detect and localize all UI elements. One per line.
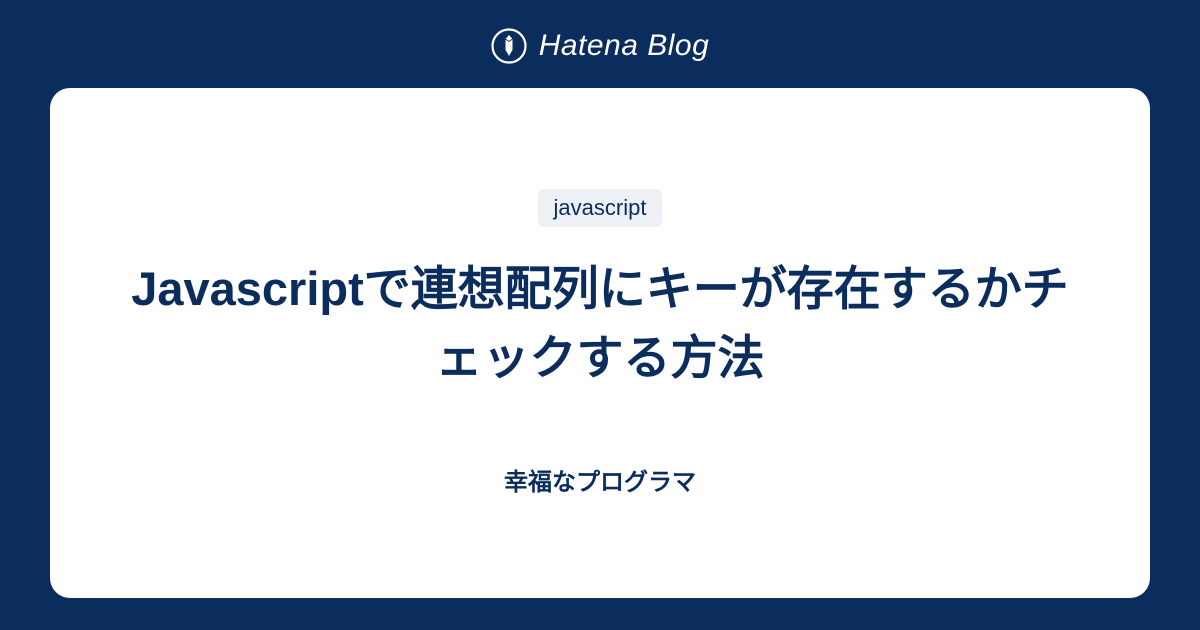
brand-name: Hatena Blog (539, 29, 710, 63)
site-header: Hatena Blog (491, 0, 710, 88)
category-tag: javascript (538, 189, 663, 227)
hatena-logo-icon (491, 28, 527, 64)
article-title: Javascriptで連想配列にキーが存在するかチェックする方法 (110, 255, 1090, 391)
blog-name: 幸福なプログラマ (504, 462, 696, 497)
article-card: javascript Javascriptで連想配列にキーが存在するかチェックす… (50, 88, 1150, 598)
